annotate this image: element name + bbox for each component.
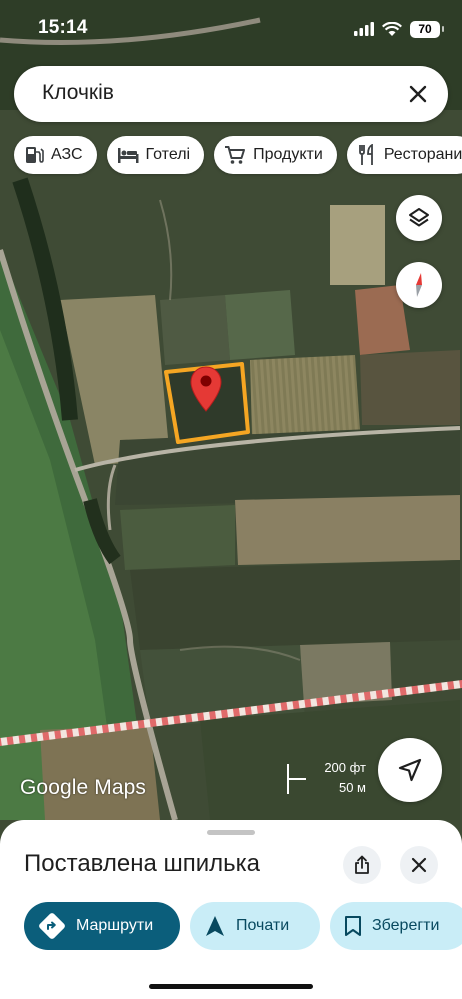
map-pin-icon[interactable] — [190, 366, 222, 412]
chip-label: Ресторани — [383, 146, 462, 163]
close-icon — [409, 85, 427, 103]
share-button[interactable] — [343, 846, 381, 884]
action-buttons: Маршрути Почати Зберегти — [24, 902, 462, 950]
scale-metric: 50 м — [338, 780, 366, 795]
directions-label: Маршрути — [76, 917, 154, 934]
chip-gas-station[interactable]: АЗС — [14, 136, 97, 174]
start-navigation-icon — [206, 916, 224, 936]
save-button[interactable]: Зберегти — [330, 902, 462, 950]
compass-button[interactable] — [396, 262, 442, 308]
clear-search-button[interactable] — [402, 78, 434, 110]
save-label: Зберегти — [372, 917, 440, 934]
start-button[interactable]: Почати — [190, 902, 320, 950]
bed-icon — [117, 148, 139, 163]
status-bar: 15:14 70 — [0, 0, 462, 58]
sheet-drag-handle[interactable] — [207, 830, 255, 835]
restaurant-icon — [358, 144, 373, 165]
share-icon — [355, 855, 369, 874]
bookmark-icon — [345, 916, 361, 936]
gas-station-icon — [26, 147, 44, 163]
close-icon — [411, 857, 427, 873]
cart-icon — [225, 146, 246, 164]
chip-restaurants[interactable]: Ресторани — [346, 136, 462, 174]
search-bar[interactable]: Клочків — [14, 66, 448, 122]
chip-groceries[interactable]: Продукти — [214, 136, 337, 174]
compass-icon — [416, 273, 422, 297]
start-label: Почати — [236, 917, 290, 934]
chip-label: АЗС — [51, 146, 83, 163]
chip-hotels[interactable]: Готелі — [106, 136, 205, 174]
battery-icon: 70 — [410, 20, 444, 38]
wifi-icon — [382, 21, 402, 36]
scale-imperial: 200 фт — [324, 760, 366, 775]
my-location-button[interactable] — [378, 738, 442, 802]
scale-bar — [287, 764, 306, 794]
status-time: 15:14 — [38, 17, 88, 38]
category-chips: АЗС Готелі Продукти Ресторани — [14, 136, 462, 174]
navigation-arrow-icon — [398, 758, 422, 782]
search-query[interactable]: Клочків — [42, 81, 114, 105]
map-layers-button[interactable] — [396, 195, 442, 241]
cellular-signal-icon — [354, 22, 374, 36]
map-scale: 200 фт 50 м — [286, 760, 366, 798]
home-indicator[interactable] — [149, 984, 313, 989]
chip-label: Продукти — [253, 146, 323, 163]
layers-icon — [409, 208, 429, 227]
chip-label: Готелі — [145, 146, 191, 163]
directions-icon — [39, 913, 65, 939]
close-sheet-button[interactable] — [400, 846, 438, 884]
google-maps-logo: Google Maps — [20, 776, 147, 799]
place-title: Поставлена шпилька — [24, 850, 261, 877]
bottom-sheet[interactable]: Поставлена шпилька Маршрути Почати Збере… — [0, 820, 462, 999]
directions-button[interactable]: Маршрути — [24, 902, 180, 950]
